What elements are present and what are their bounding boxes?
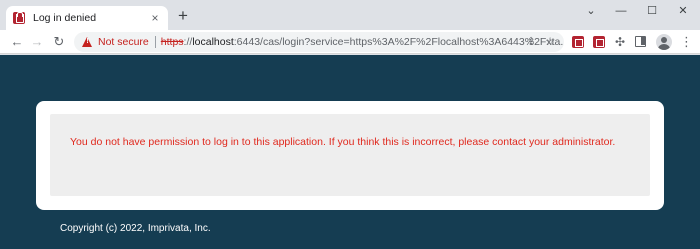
browser-window: Log in denied × + ⌄ — ☐ ✕ ← → ↻ Not secu… [0, 0, 700, 249]
reload-button[interactable]: ↻ [50, 33, 68, 51]
tab-search-icon[interactable]: ⌄ [576, 0, 606, 22]
bookmark-star-icon[interactable]: ☆ [541, 32, 559, 52]
error-alert: You do not have permission to log in to … [50, 114, 650, 196]
tab-log-in-denied[interactable]: Log in denied × [6, 6, 168, 30]
url-scheme: https [160, 36, 184, 48]
tab-strip: Log in denied × + ⌄ — ☐ ✕ [0, 0, 700, 30]
imprivata-extension-icon[interactable] [572, 36, 584, 48]
new-tab-button[interactable]: + [175, 7, 191, 24]
message-card: You do not have permission to log in to … [36, 101, 664, 210]
extensions-puzzle-icon[interactable]: ✣ [614, 36, 626, 48]
copyright-footer: Copyright (c) 2022, Imprivata, Inc. [60, 223, 211, 234]
url-path: :6443/cas/login?service=https%3A%2F%2Flo… [233, 36, 564, 48]
close-window-button[interactable]: ✕ [668, 0, 698, 22]
minimize-button[interactable]: — [606, 0, 636, 22]
imprivata-favicon-icon [13, 12, 25, 24]
forward-button[interactable]: → [28, 33, 46, 51]
page-content: You do not have permission to log in to … [0, 55, 700, 249]
imprivata-extension-2-icon[interactable] [593, 36, 605, 48]
tab-close-icon[interactable]: × [148, 11, 162, 25]
maximize-button[interactable]: ☐ [637, 0, 667, 22]
warning-icon[interactable] [82, 36, 93, 48]
url-host: localhost [192, 36, 234, 48]
url-scheme-separator: :// [183, 36, 193, 48]
not-secure-label[interactable]: Not secure [98, 36, 149, 48]
browser-toolbar: ← → ↻ Not secure https://localhost:6443/… [0, 30, 700, 54]
browser-menu-icon[interactable]: ⋮ [680, 34, 693, 50]
tab-title: Log in denied [33, 12, 97, 24]
address-divider [154, 36, 156, 48]
back-button[interactable]: ← [8, 33, 26, 51]
share-icon[interactable]: ⇪ [522, 32, 540, 52]
profile-avatar[interactable] [656, 34, 672, 50]
side-panel-icon[interactable] [635, 36, 646, 47]
error-message: You do not have permission to log in to … [70, 136, 616, 148]
address-bar[interactable]: Not secure https://localhost:6443/cas/lo… [74, 32, 564, 52]
